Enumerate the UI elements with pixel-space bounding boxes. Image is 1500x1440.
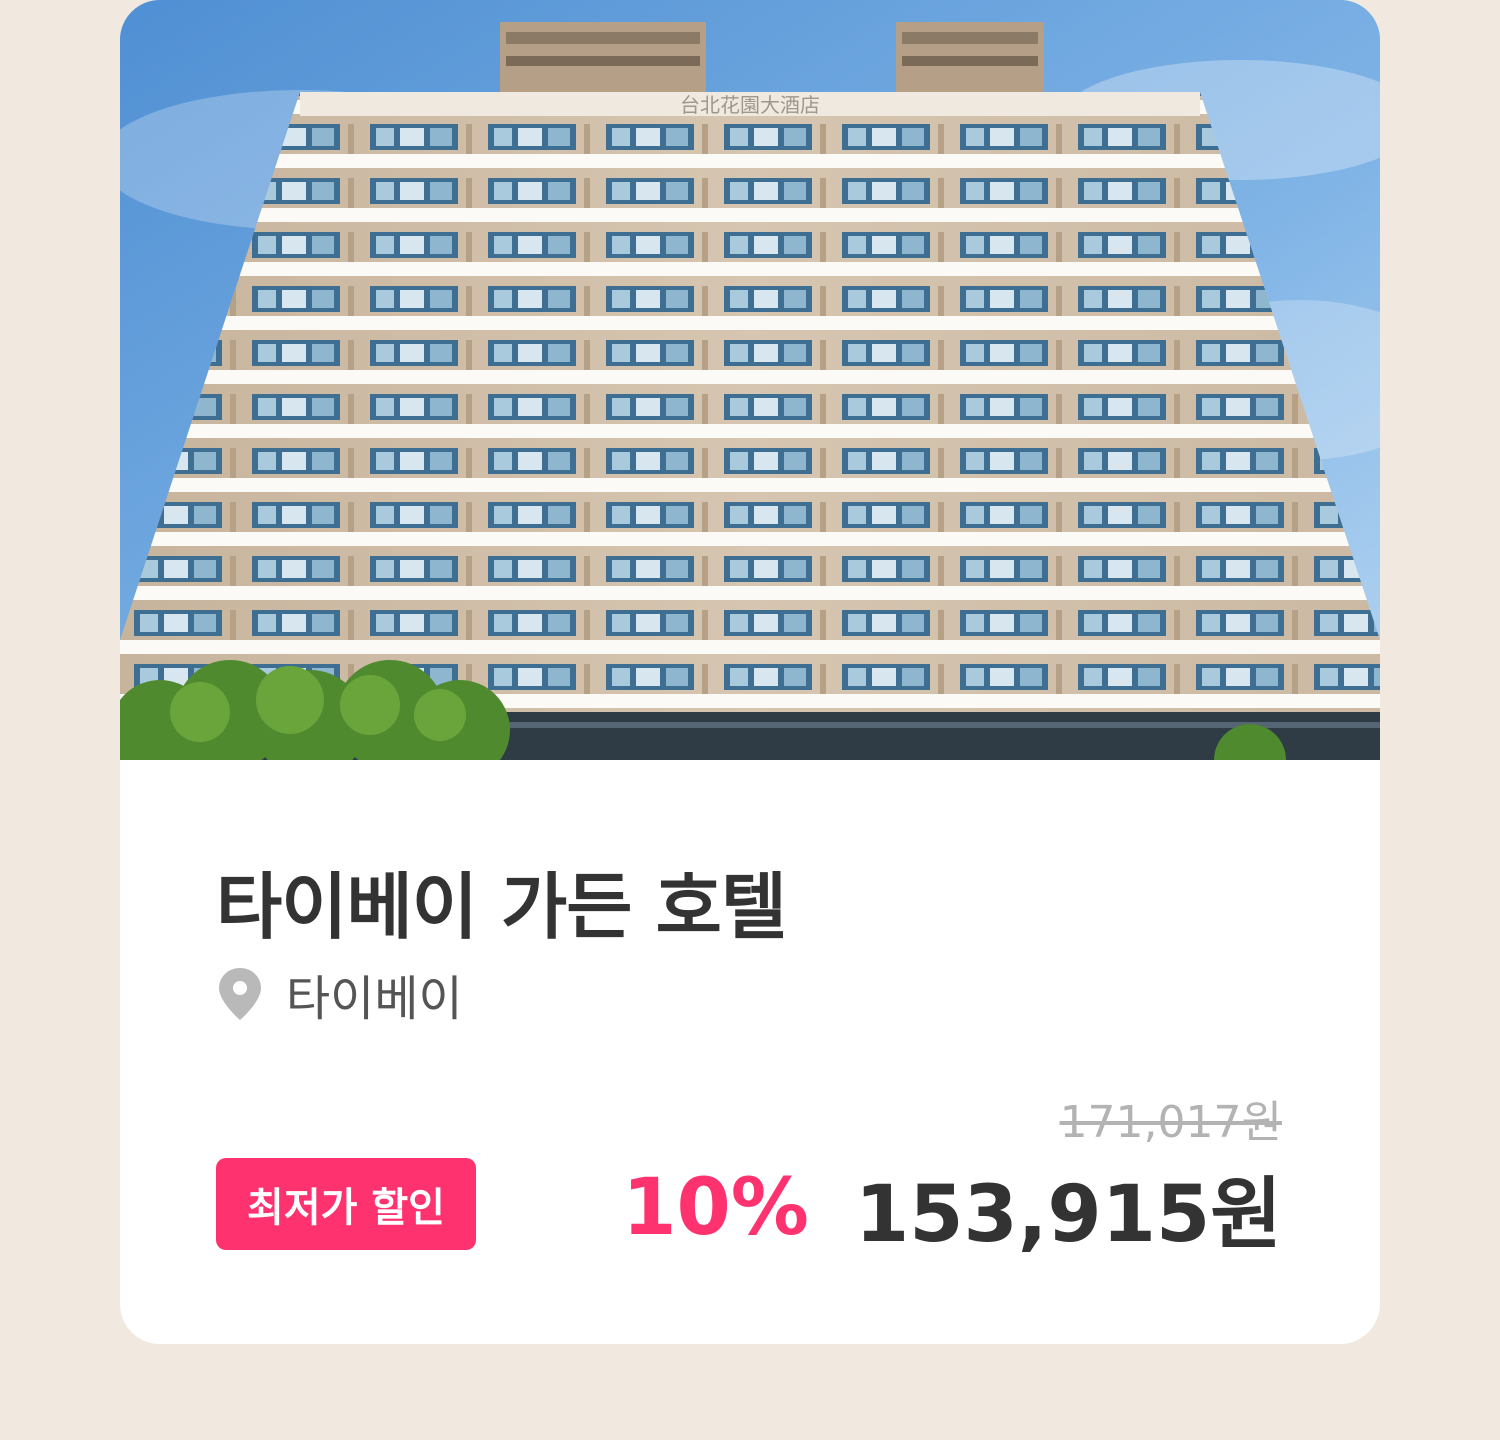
hotel-card[interactable]: 台北花園大酒店 타이베이 가든 호텔 타이베이 171,017원 최저가 할인 … [120,0,1380,1344]
hotel-photo[interactable]: 台北花園大酒店 [120,0,1380,760]
price-row: 10% 153,915원 [622,1158,1282,1260]
hotel-name: 타이베이 가든 호텔 [216,865,787,949]
discount-percent: 10% [622,1163,809,1253]
map-pin-icon [219,968,261,1020]
building-sign: 台北花園大酒店 [680,93,820,117]
sale-price: 153,915원 [854,1170,1282,1260]
original-price: 171,017원 [1059,1097,1282,1148]
lowest-price-badge: 최저가 할인 [216,1158,476,1250]
location-label: 타이베이 [286,971,463,1027]
hotel-building-image: 台北花園大酒店 [120,0,1380,760]
hotel-location: 타이베이 [216,962,463,1027]
